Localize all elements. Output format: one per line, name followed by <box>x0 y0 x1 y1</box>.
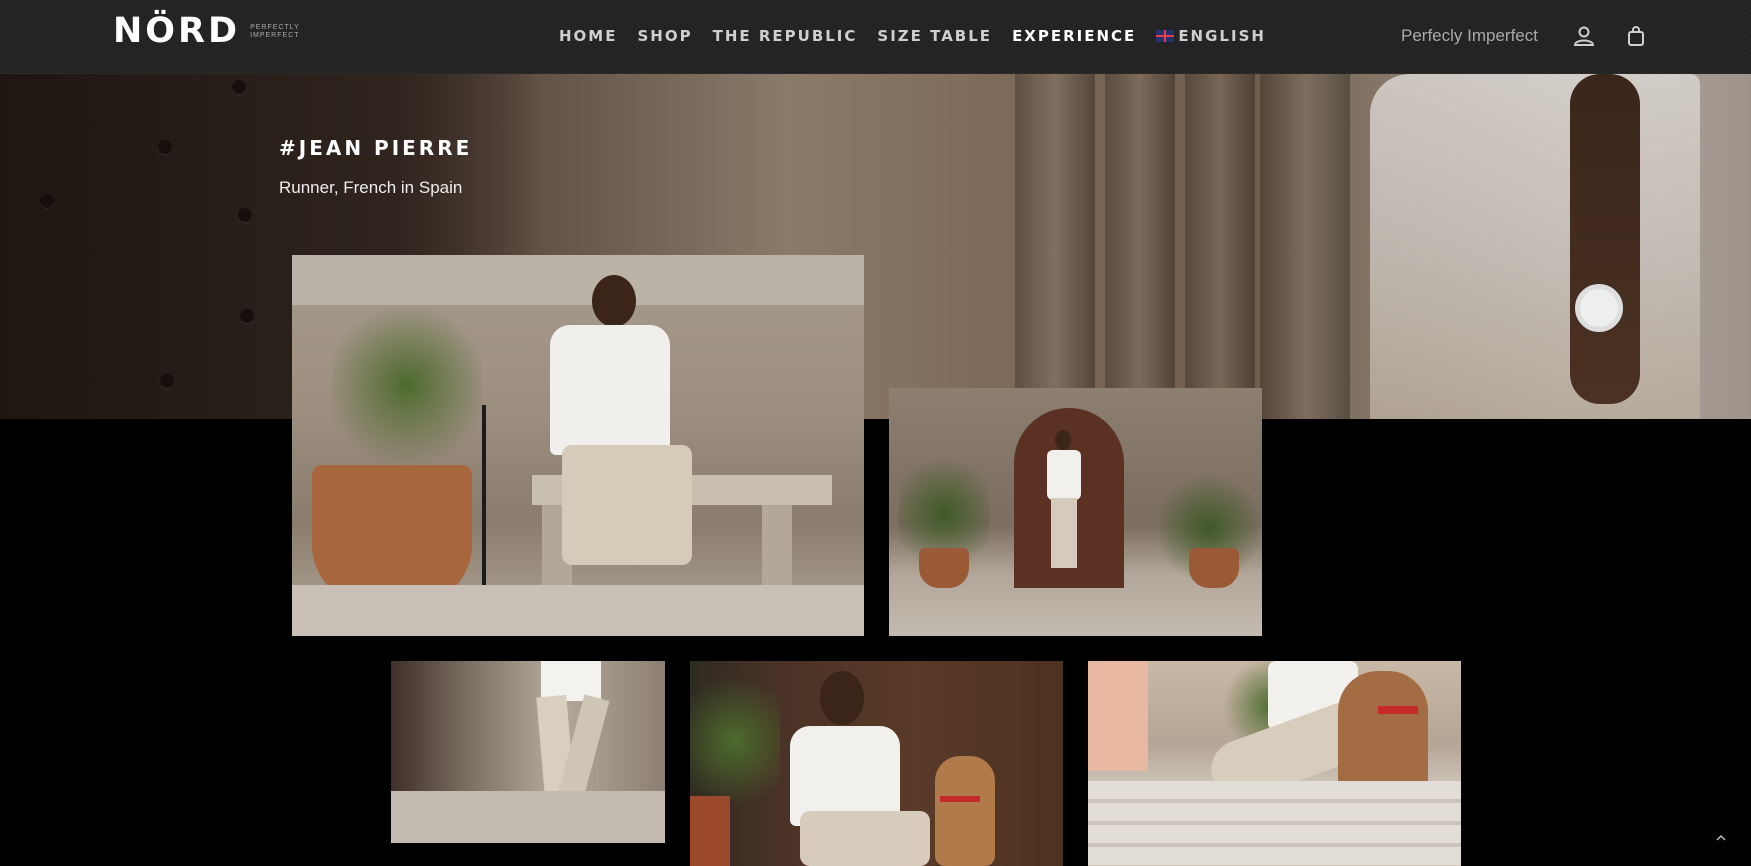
logo-tagline: PERFECTLY IMPERFECT <box>250 23 300 39</box>
main-nav: HOME SHOP THE REPUBLIC SIZE TABLE EXPERI… <box>559 24 1286 48</box>
stone-steps <box>1088 781 1461 866</box>
nav-item-size-table[interactable]: SIZE TABLE <box>877 24 992 48</box>
stone-column <box>1260 74 1350 419</box>
nav-label: HOME <box>559 27 618 45</box>
nav-item-home[interactable]: HOME <box>559 24 617 48</box>
photo-sitting-steps-with-dog[interactable] <box>1088 661 1461 866</box>
logo[interactable]: NÖRD PERFECTLY IMPERFECT <box>113 14 310 49</box>
pink-wall <box>1088 661 1148 771</box>
nav-item-experience[interactable]: EXPERIENCE <box>1012 24 1136 48</box>
person-head <box>1055 430 1071 450</box>
nav-item-the-republic[interactable]: THE REPUBLIC <box>713 24 858 48</box>
stone-column <box>1185 74 1255 419</box>
header-tagline: Perfecly Imperfect <box>1401 26 1538 45</box>
person-head <box>820 671 864 725</box>
nav-item-shop[interactable]: SHOP <box>637 24 692 48</box>
hero-banner <box>0 74 1751 419</box>
person-head <box>592 275 636 327</box>
nav-label: SHOP <box>637 27 693 45</box>
watch-image <box>1575 284 1623 332</box>
dog <box>935 756 995 866</box>
stone-column <box>1105 74 1175 419</box>
site-header: NÖRD PERFECTLY IMPERFECT HOME SHOP THE R… <box>0 0 1751 74</box>
nav-label: ENGLISH <box>1178 27 1266 45</box>
nav-label: EXPERIENCE <box>1012 27 1137 45</box>
pot <box>1189 548 1239 588</box>
door-stud <box>40 194 54 208</box>
white-shirt <box>541 661 601 701</box>
logo-wordmark: NÖRD <box>113 11 241 51</box>
door-stud <box>232 80 246 94</box>
floor <box>292 585 864 636</box>
photo-walking-legs[interactable] <box>391 661 665 843</box>
terracotta-pot <box>312 465 472 605</box>
tripod <box>482 405 486 585</box>
white-shirt <box>550 325 670 455</box>
floor <box>391 791 665 843</box>
photo-man-on-bench[interactable] <box>292 255 864 636</box>
beige-trousers <box>800 811 930 866</box>
plant-foliage <box>332 295 482 475</box>
stone-column <box>1015 74 1095 419</box>
door-stud <box>158 140 172 154</box>
pot <box>690 796 730 866</box>
photo-man-at-door[interactable] <box>889 388 1262 636</box>
dog-collar <box>1378 706 1418 714</box>
hero-person-torso <box>1370 74 1700 419</box>
shopping-bag-icon[interactable] <box>1625 25 1647 47</box>
nav-item-language[interactable]: ENGLISH <box>1156 24 1266 48</box>
dog-collar <box>940 796 980 802</box>
beige-trousers <box>562 445 692 565</box>
hero-person-arm <box>1570 74 1640 404</box>
photo-man-with-dog-crouching[interactable] <box>690 661 1063 866</box>
door-stud <box>160 374 174 388</box>
door-stud <box>240 309 254 323</box>
page-subtitle: Runner, French in Spain <box>279 178 463 197</box>
uk-flag-icon <box>1156 30 1175 42</box>
white-shirt <box>1047 450 1081 500</box>
account-icon[interactable] <box>1573 25 1595 47</box>
page-title: #JEAN PIERRE <box>279 136 473 160</box>
nav-label: SIZE TABLE <box>877 27 993 45</box>
chevron-up-icon[interactable] <box>1713 830 1729 846</box>
nav-label: THE REPUBLIC <box>712 27 858 45</box>
door-stud <box>238 208 252 222</box>
pot <box>919 548 969 588</box>
beige-trousers <box>1051 498 1077 568</box>
